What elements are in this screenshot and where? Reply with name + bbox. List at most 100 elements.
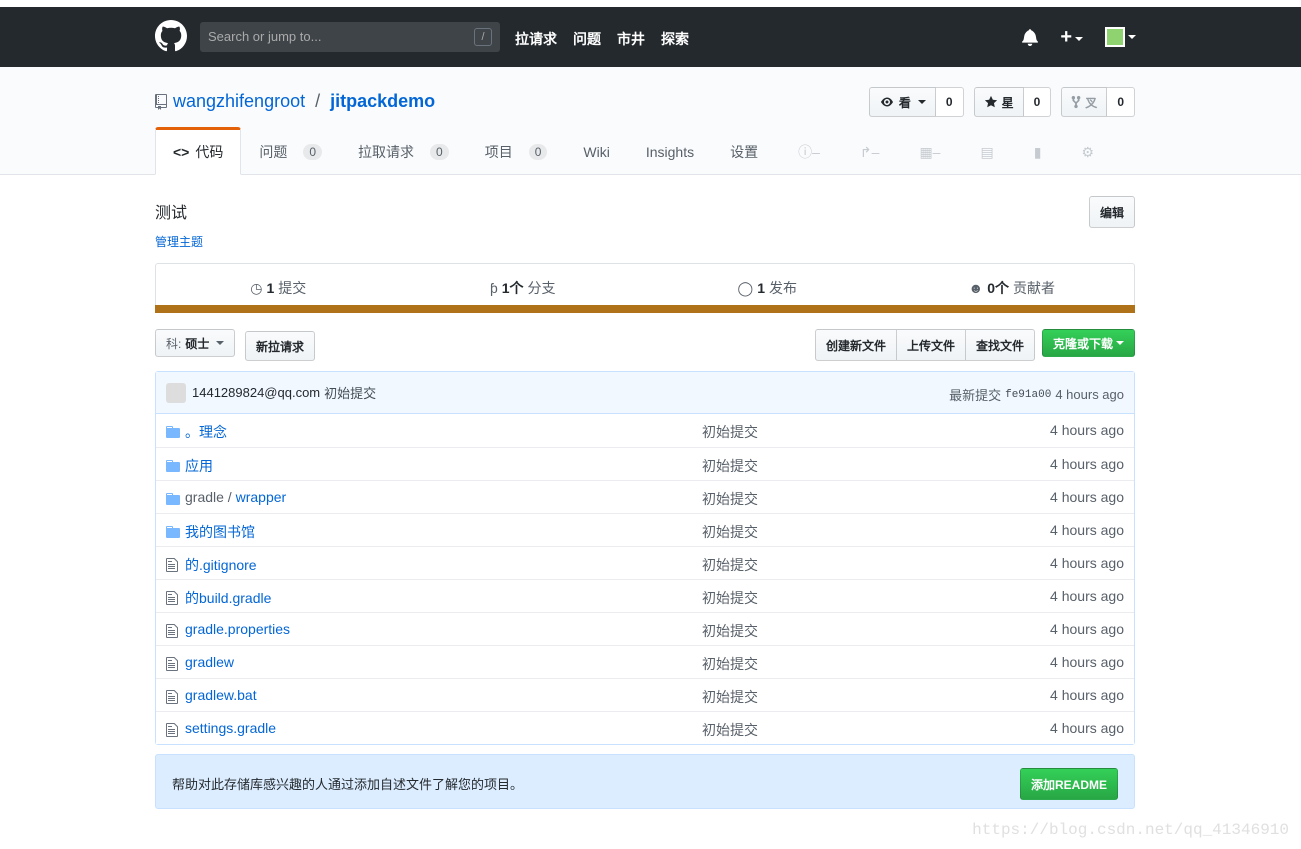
repo-nav: <> 代码 问题 0 拉取请求 0 项目 0 Wiki Insights 设置 … [155,127,1112,175]
tab-pull-requests-label: 拉取请求 [358,144,415,160]
watch-button[interactable]: 看 [868,87,936,117]
search-input[interactable]: Search or jump to... / [200,22,500,52]
commit-meta: 最新提交 fe91a00 4 hours ago [949,385,1124,404]
fork-label: 叉 [1085,95,1098,110]
file-name-link[interactable]: wrapper [236,489,287,505]
upload-files-button[interactable]: 上传文件 [896,329,967,361]
ghost-tab-pulls[interactable]: ↱– [838,127,898,175]
header-nav-marketplace[interactable]: 市井 [617,29,645,49]
header-nav-pull-requests[interactable]: 拉请求 [515,29,557,49]
contributors-label: 贡献者 [1013,280,1056,296]
create-new-dropdown[interactable]: + [1060,27,1083,47]
file-name-link[interactable]: settings.gradle [185,720,276,736]
issue-opened-icon: ⓘ– [798,144,820,160]
table-row[interactable]: 。理念 初始提交 4 hours ago [156,414,1134,447]
file-commit-message[interactable]: 初始提交 [702,588,758,608]
file-commit-message[interactable]: 初始提交 [702,720,758,740]
tab-code-label: 代码 [195,144,224,160]
fork-count[interactable]: 0 [1107,87,1135,117]
ghost-tab-settings[interactable]: ⚙ [1059,127,1112,175]
fork-button[interactable]: 叉 [1061,87,1108,117]
find-file-button[interactable]: 查找文件 [965,329,1036,361]
file-name: gradlew.bat [185,687,257,703]
watermark: https://blog.csdn.net/qq_41346910 [972,821,1289,839]
table-row[interactable]: gradlew 初始提交 4 hours ago [156,645,1134,678]
ghost-tab-projects[interactable]: ▦– [897,127,958,175]
header-nav-issues[interactable]: 问题 [573,29,601,49]
commit-sha[interactable]: fe91a00 [1005,389,1051,401]
file-commit-message[interactable]: 初始提交 [702,422,758,442]
ghost-tab-insights[interactable]: ▮ [1012,127,1060,175]
releases-label: 发布 [768,280,797,296]
file-name-link[interactable]: gradle.properties [185,621,290,637]
file-name-link[interactable]: 的.gitignore [185,557,257,573]
folder-icon [166,424,180,438]
file-commit-message[interactable]: 初始提交 [702,621,758,641]
watch-count[interactable]: 0 [935,87,964,117]
chevron-down-icon [917,100,926,104]
latest-commit-bar: 1441289824@qq.com 初始提交 最新提交 fe91a00 4 ho… [156,372,1134,414]
tab-insights[interactable]: Insights [628,127,712,175]
file-commit-message[interactable]: 初始提交 [702,489,758,509]
tab-projects[interactable]: 项目 0 [467,127,566,175]
star-button[interactable]: 星 [973,87,1024,117]
file-name-link[interactable]: 。理念 [185,424,227,440]
table-row[interactable]: gradle.properties 初始提交 4 hours ago [156,612,1134,645]
commit-author[interactable]: 1441289824@qq.com [192,385,320,400]
file-commit-message[interactable]: 初始提交 [702,555,758,575]
file-commit-message[interactable]: 初始提交 [702,456,758,476]
readme-prompt-text: 帮助对此存储库感兴趣的人通过添加自述文件了解您的项目。 [172,777,524,792]
clone-download-button[interactable]: 克隆或下载 [1041,329,1135,357]
table-row[interactable]: 我的图书馆 初始提交 4 hours ago [156,513,1134,546]
eye-icon [880,97,893,107]
language-bar[interactable] [155,305,1135,313]
file-name-link[interactable]: 我的图书馆 [185,524,255,540]
github-logo-icon[interactable] [155,20,187,52]
file-commit-message[interactable]: 初始提交 [702,654,758,674]
file-name-link[interactable]: gradlew.bat [185,687,257,703]
file-age: 4 hours ago [1050,621,1124,637]
pull-requests-counter: 0 [430,144,449,160]
ghost-tab-wiki[interactable]: ▤ [958,127,1011,175]
file-name: 我的图书馆 [185,522,255,542]
user-menu[interactable] [1105,27,1136,47]
manage-topics-link[interactable]: 管理主题 [155,235,203,249]
commits-label: 提交 [278,280,307,296]
table-row[interactable]: gradle / wrapper 初始提交 4 hours ago [156,480,1134,513]
file-name-link[interactable]: 的build.gradle [185,590,271,606]
file-commit-message[interactable]: 初始提交 [702,522,758,542]
create-new-file-button[interactable]: 创建新文件 [815,329,898,361]
tab-issues-label: 问题 [259,144,288,160]
table-row[interactable]: 应用 初始提交 4 hours ago [156,447,1134,480]
tab-settings-label: 设置 [730,144,759,160]
star-count[interactable]: 0 [1023,87,1052,117]
file-age: 4 hours ago [1050,654,1124,670]
folder-icon [166,524,180,538]
file-age: 4 hours ago [1050,456,1124,472]
file-name-link[interactable]: gradlew [185,654,234,670]
header-nav-explore[interactable]: 探索 [661,29,689,49]
tab-pull-requests[interactable]: 拉取请求 0 [340,127,467,175]
commit-message[interactable]: 初始提交 [324,383,376,402]
tab-issues[interactable]: 问题 0 [241,127,340,175]
tab-code[interactable]: <> 代码 [155,127,242,175]
table-row[interactable]: gradlew.bat 初始提交 4 hours ago [156,678,1134,711]
file-name-link[interactable]: 应用 [185,458,213,474]
table-row[interactable]: 的build.gradle 初始提交 4 hours ago [156,579,1134,612]
ghost-tab-issues[interactable]: ⓘ– [776,127,838,175]
repo-owner-link[interactable]: wangzhifengroot [173,91,305,112]
table-row[interactable]: 的.gitignore 初始提交 4 hours ago [156,546,1134,579]
avatar[interactable] [166,382,186,403]
new-pull-request-button[interactable]: 新拉请求 [245,331,316,361]
projects-counter: 0 [528,144,548,160]
add-readme-button[interactable]: 添加README [1019,768,1118,800]
tab-settings[interactable]: 设置 [712,127,776,175]
tab-wiki[interactable]: Wiki [565,127,627,175]
bell-icon[interactable] [1022,28,1039,46]
branch-select-button[interactable]: 科: 硕士 [155,329,236,357]
file-icon [166,557,180,572]
table-row[interactable]: settings.gradle 初始提交 4 hours ago [156,711,1134,744]
repo-name-link[interactable]: jitpackdemo [330,91,435,112]
file-commit-message[interactable]: 初始提交 [702,687,758,707]
edit-button[interactable]: 编辑 [1088,196,1135,228]
